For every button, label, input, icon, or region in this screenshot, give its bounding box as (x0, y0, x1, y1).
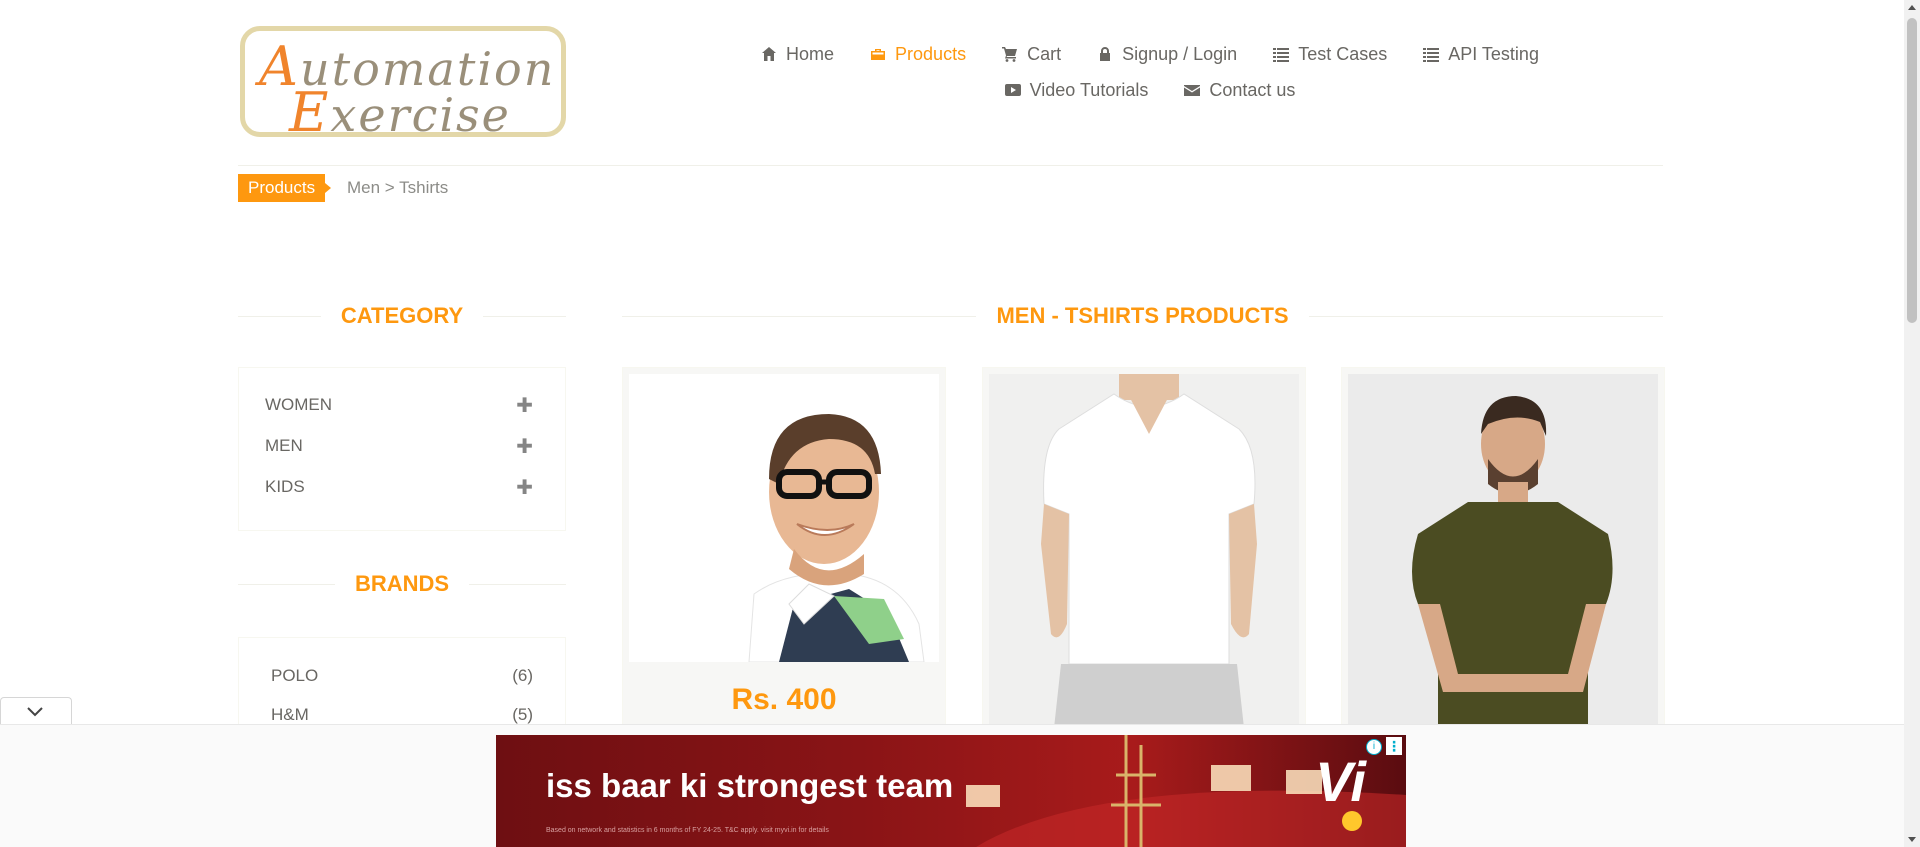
man-with-glasses-polo-image (629, 374, 939, 662)
page: Automation Exercise Home Products Cart S… (0, 0, 1904, 847)
product-image[interactable] (1348, 374, 1658, 728)
product-card (982, 367, 1306, 729)
scroll-down-arrow-icon[interactable] (1908, 837, 1916, 842)
plus-icon: ✚ (516, 476, 533, 499)
site-logo[interactable]: Automation Exercise (240, 26, 566, 137)
chevron-down-icon (27, 707, 43, 717)
home-icon (762, 47, 777, 61)
category-kids[interactable]: KIDS ✚ (265, 475, 533, 499)
list-icon (1423, 48, 1440, 62)
product-image[interactable] (629, 374, 939, 662)
nav-video-tutorials[interactable]: Video Tutorials (1004, 79, 1149, 101)
brands-title: BRANDS (238, 569, 566, 599)
category-women[interactable]: WOMEN ✚ (265, 393, 533, 417)
olive-henley-shirt-image (1348, 374, 1658, 728)
nav-row-2: Video Tutorials Contact us (560, 72, 1740, 108)
category-men[interactable]: MEN ✚ (265, 434, 533, 458)
ad-menu-icon[interactable]: ⋮ (1386, 737, 1402, 755)
vertical-scrollbar[interactable] (1904, 0, 1920, 847)
header-divider (238, 165, 1663, 166)
briefcase-icon (871, 49, 886, 60)
ad-brand-dot (1342, 811, 1362, 831)
nav-cart[interactable]: Cart (1002, 44, 1061, 65)
ad-headline: iss baar ki strongest team (546, 767, 954, 804)
nav-cart-label: Cart (1027, 43, 1062, 64)
product-card (1341, 367, 1665, 729)
brand-polo-name: POLO (271, 666, 319, 685)
nav-api-testing-label: API Testing (1448, 43, 1539, 64)
white-vneck-tshirt-image (989, 374, 1299, 728)
list-icon (1273, 48, 1290, 62)
nav-signup-login[interactable]: Signup / Login (1097, 44, 1237, 65)
category-title: CATEGORY (238, 301, 567, 331)
ad-collapse-toggle[interactable] (0, 697, 72, 726)
logo-line-2: Exercise (289, 81, 511, 137)
nav-home-label: Home (786, 43, 835, 64)
nav-contact-us-label: Contact us (1209, 79, 1296, 100)
brand-polo[interactable]: POLO (6) (271, 664, 533, 688)
main-nav: Home Products Cart Signup / Login Test C… (560, 36, 1740, 108)
ad-brand-logo: Vi (1315, 750, 1366, 813)
plus-icon: ✚ (516, 435, 533, 458)
product-image[interactable] (989, 374, 1299, 728)
category-women-label: WOMEN (265, 395, 333, 414)
nav-row-1: Home Products Cart Signup / Login Test C… (560, 36, 1740, 72)
nav-home[interactable]: Home (761, 44, 834, 65)
nav-products[interactable]: Products (870, 44, 966, 65)
ad-banner[interactable]: iss baar ki strongest team Vi Based on n… (496, 735, 1406, 847)
brand-polo-count: (6) (512, 666, 533, 685)
products-title: MEN - TSHIRTS PRODUCTS (622, 301, 1663, 331)
scrollbar-thumb[interactable] (1907, 18, 1917, 323)
brand-hm-count: (5) (512, 705, 533, 724)
ad-info-icon[interactable]: i (1366, 739, 1382, 755)
category-men-label: MEN (265, 436, 303, 455)
nav-api-testing[interactable]: API Testing (1423, 44, 1539, 65)
breadcrumb-products[interactable]: Products (238, 174, 332, 202)
nav-signup-login-label: Signup / Login (1122, 43, 1238, 64)
category-kids-label: KIDS (265, 477, 305, 496)
breadcrumb-path: Men > Tshirts (347, 178, 449, 197)
youtube-play-icon (1004, 84, 1021, 96)
brands-panel: POLO (6) H&M (5) (238, 637, 566, 728)
product-price: Rs. 400 (731, 683, 837, 716)
nav-contact-us[interactable]: Contact us (1184, 80, 1295, 101)
scroll-up-arrow-icon[interactable] (1908, 5, 1916, 10)
nav-test-cases[interactable]: Test Cases (1273, 44, 1387, 65)
nav-video-tutorials-label: Video Tutorials (1029, 79, 1149, 100)
ad-fineprint: Based on network and statistics in 6 mon… (546, 827, 829, 834)
lock-icon (1100, 47, 1111, 61)
cart-icon (1002, 47, 1018, 62)
product-card (622, 367, 946, 729)
plus-icon: ✚ (516, 394, 533, 417)
nav-test-cases-label: Test Cases (1298, 43, 1388, 64)
category-panel: WOMEN ✚ MEN ✚ KIDS ✚ (238, 367, 566, 531)
brand-hm-name: H&M (271, 705, 309, 724)
envelope-icon (1184, 85, 1201, 96)
nav-products-label: Products (895, 43, 967, 64)
